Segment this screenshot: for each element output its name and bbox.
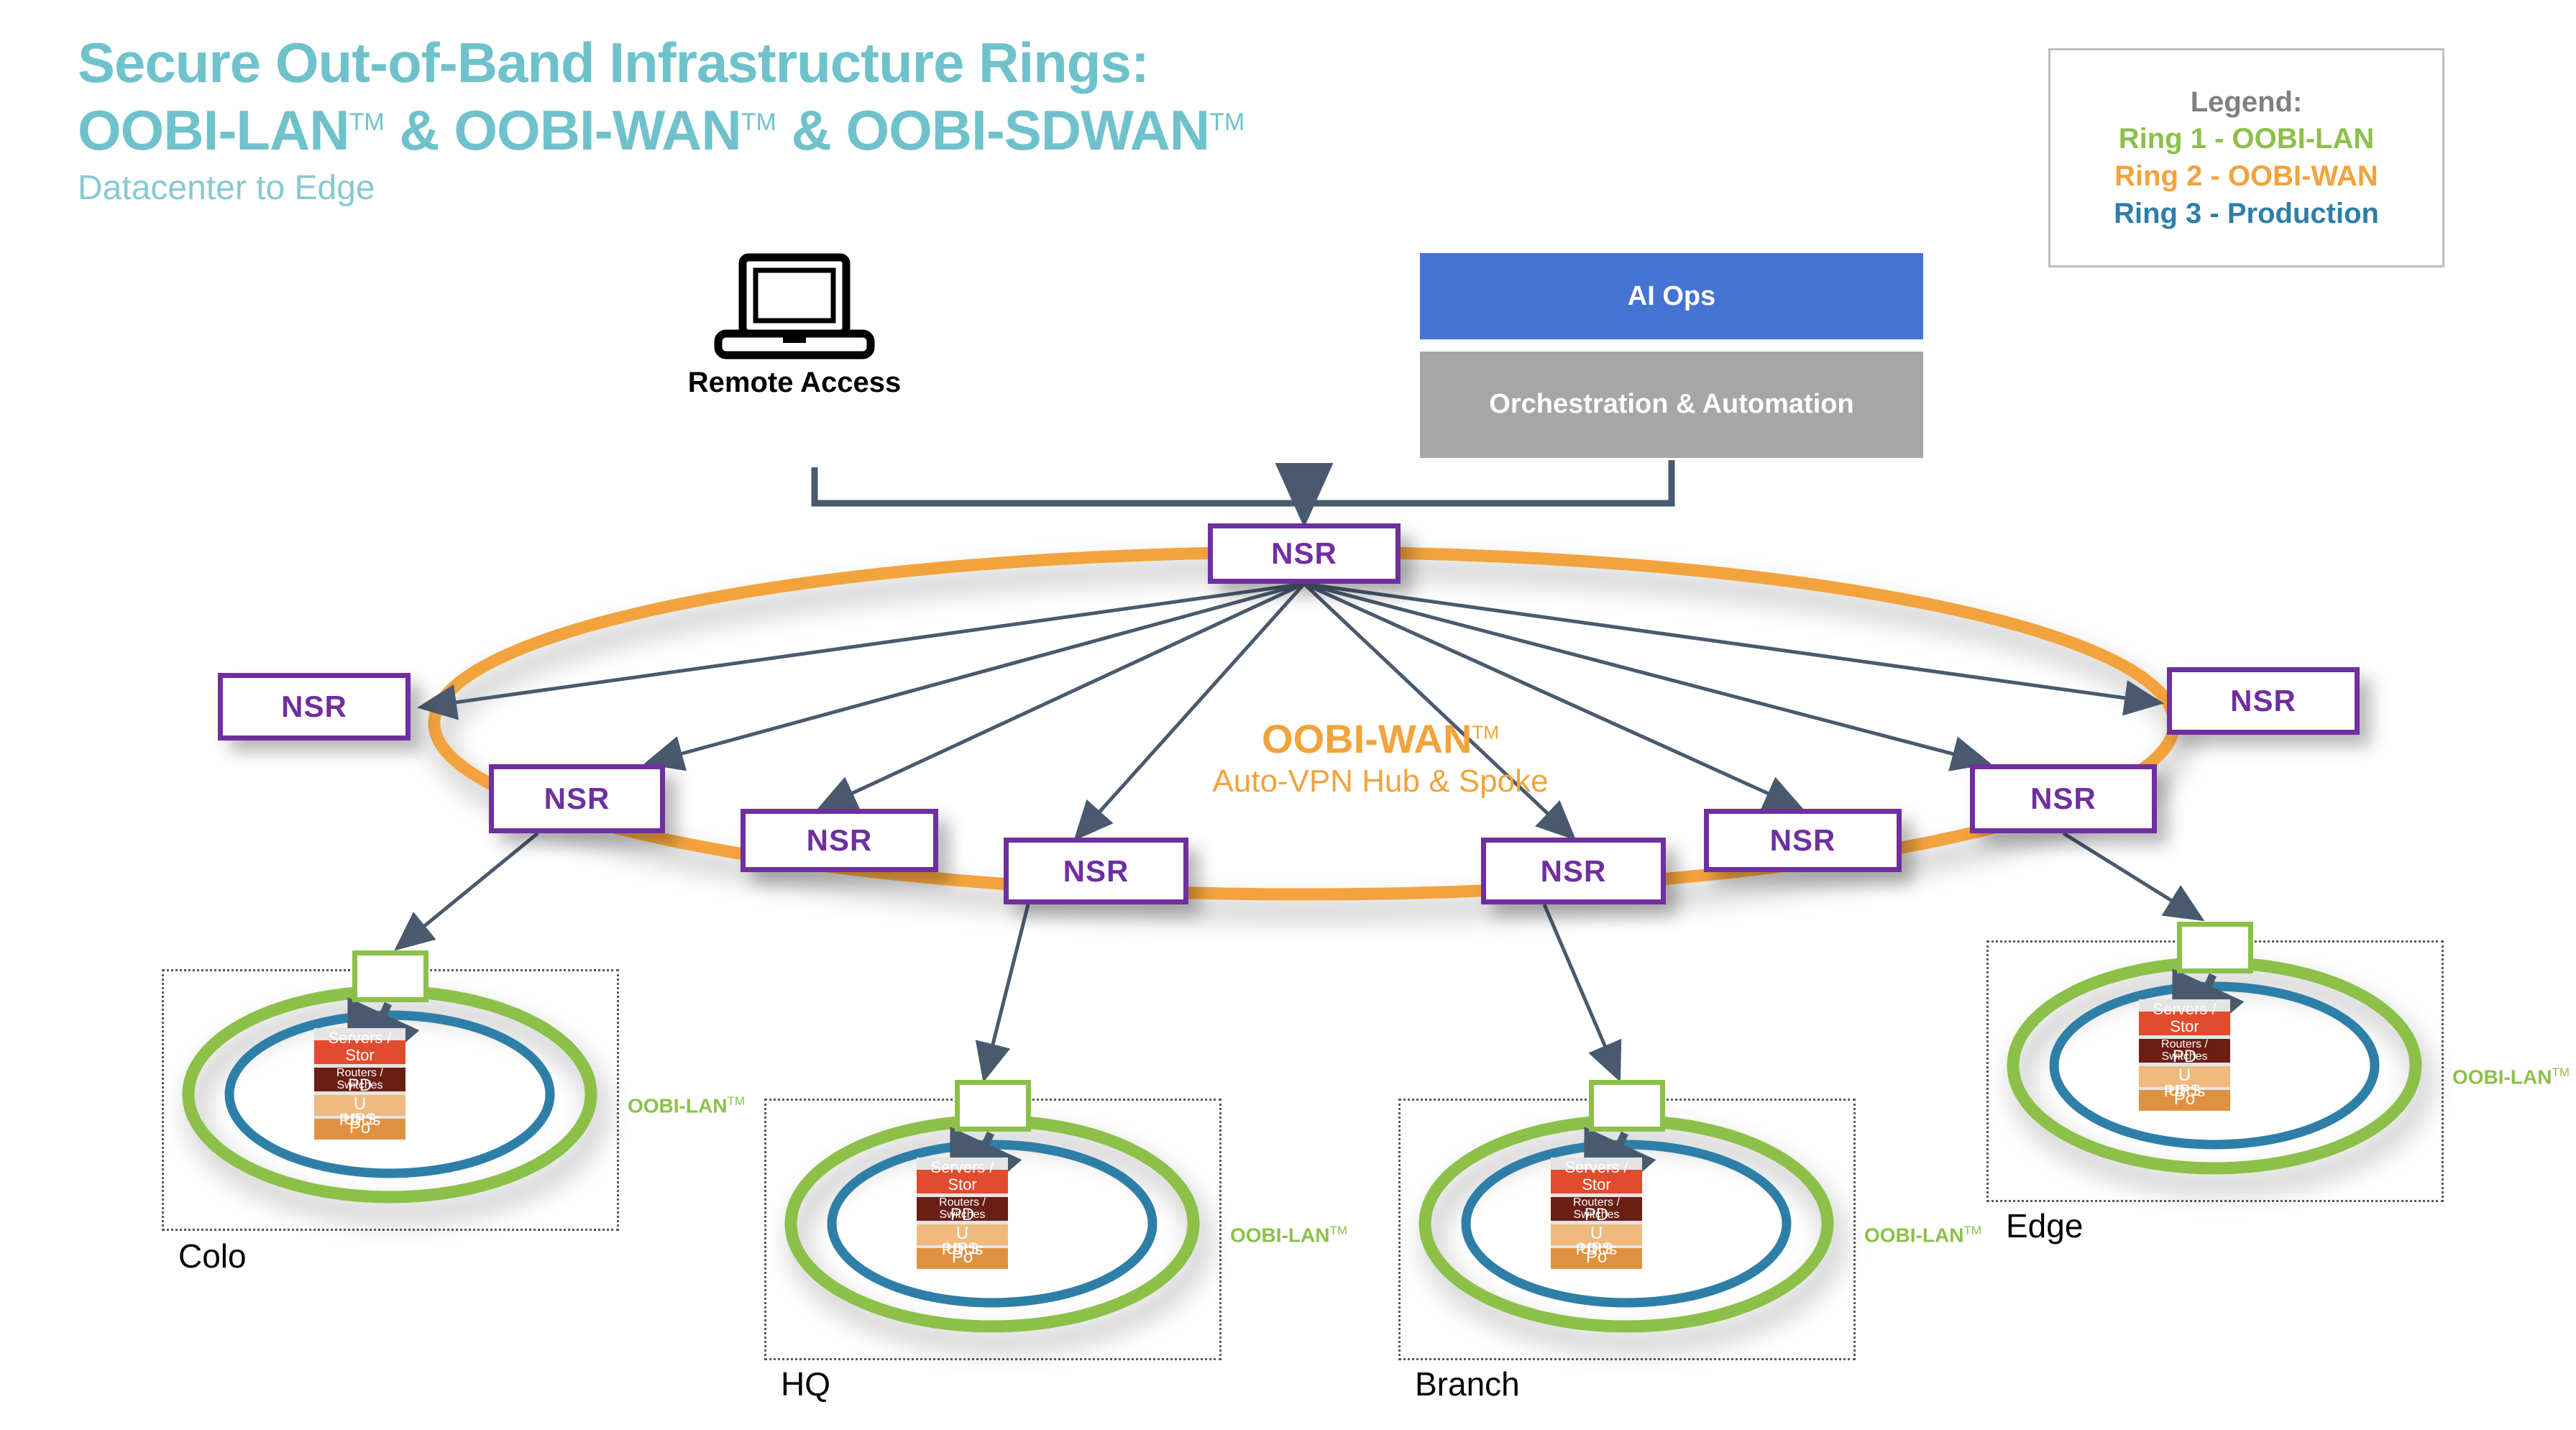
lan-tag-text: OOBI-LAN	[628, 1094, 728, 1117]
lan-tag-trademark: TM	[1963, 1224, 1981, 1237]
site-connector-edge[interactable]	[2177, 922, 2253, 973]
rack-edge: Servers / Stor Routers / Switches PD U U…	[2139, 999, 2230, 1111]
lan-tag-colo: OOBI-LANTM	[628, 1094, 745, 1117]
nsr-label: NSR	[544, 782, 610, 815]
rack-colo: Servers / Stor Routers / Switches PD U U…	[314, 1028, 405, 1140]
management-to-hub-connector	[811, 460, 1675, 528]
rack-bar-ups	[314, 1095, 405, 1116]
site-connector-hq[interactable]	[955, 1080, 1031, 1132]
nsr-label: NSR	[1271, 536, 1337, 570]
rack-bar-ups	[917, 1224, 1008, 1245]
diagram-canvas: Secure Out-of-Band Infrastructure Rings:…	[0, 0, 2576, 1430]
connector-to-rack-lines	[347, 968, 2245, 1222]
lan-tag-branch: OOBI-LANTM	[1864, 1224, 1981, 1247]
rack-bar-servers	[314, 1040, 405, 1064]
oobi-wan-trademark: TM	[1472, 721, 1499, 743]
oobi-wan-label-group: OOBI-WANTM Auto-VPN Hub & Spoke	[1193, 715, 1567, 799]
nsr-label: NSR	[1063, 853, 1129, 888]
site-connector-colo[interactable]	[352, 950, 428, 1002]
rack-bar-routers	[917, 1197, 1008, 1221]
rack-bar-pdus	[2139, 1090, 2230, 1111]
nsr-node-w4[interactable]: NSR	[1004, 838, 1188, 904]
rack-bar-servers	[2139, 1012, 2230, 1035]
rack-bar-routers	[1551, 1197, 1642, 1221]
site-connector-branch[interactable]	[1589, 1080, 1665, 1132]
rack-bar-servers	[917, 1170, 1008, 1193]
rack-bar-pdus	[917, 1248, 1008, 1269]
rack-bar-ups	[1551, 1224, 1642, 1245]
nsr-label: NSR	[1769, 823, 1836, 857]
lan-tag-text: OOBI-LAN	[1864, 1224, 1964, 1247]
nsr-node-e2[interactable]: NSR	[1970, 764, 2157, 833]
nsr-node-hub[interactable]: NSR	[1208, 523, 1401, 584]
nsr-node-e4[interactable]: NSR	[1481, 838, 1666, 904]
rack-bar-servers	[1551, 1170, 1642, 1193]
nsr-label: NSR	[2230, 684, 2296, 718]
oobi-wan-title: OOBI-WANTM	[1193, 715, 1567, 762]
nsr-node-w1[interactable]: NSR	[218, 673, 411, 741]
nsr-label: NSR	[281, 689, 347, 723]
nsr-label: NSR	[2030, 782, 2096, 815]
lan-tag-trademark: TM	[727, 1094, 745, 1108]
nsr-node-w3[interactable]: NSR	[741, 809, 938, 872]
rack-bar-ups	[2139, 1066, 2230, 1087]
lan-tag-text: OOBI-LAN	[1230, 1224, 1330, 1247]
rack-bar-routers	[2139, 1039, 2230, 1063]
nsr-label: NSR	[806, 823, 873, 857]
lan-tag-edge: OOBI-LANTM	[2452, 1065, 2570, 1088]
nsr-node-e1[interactable]: NSR	[2167, 667, 2360, 735]
nsr-to-site-lines	[394, 831, 2205, 1083]
nsr-label: NSR	[1540, 853, 1607, 888]
rack-hq: Servers / Stor Routers / Switches PD U U…	[917, 1158, 1008, 1269]
oobi-wan-subtitle: Auto-VPN Hub & Spoke	[1212, 764, 1549, 799]
lan-tag-hq: OOBI-LANTM	[1230, 1224, 1347, 1247]
lan-tag-trademark: TM	[2552, 1065, 2570, 1079]
lan-tag-trademark: TM	[1329, 1224, 1347, 1237]
rack-bar-routers	[314, 1068, 405, 1091]
nsr-node-w2[interactable]: NSR	[489, 764, 665, 833]
rack-branch: Servers / Stor Routers / Switches PD U U…	[1551, 1158, 1642, 1269]
rack-bar-pdus	[314, 1119, 405, 1140]
oobi-wan-title-text: OOBI-WAN	[1262, 716, 1472, 761]
nsr-node-e3[interactable]: NSR	[1704, 809, 1902, 872]
lan-tag-text: OOBI-LAN	[2452, 1065, 2552, 1088]
rack-bar-pdus	[1551, 1248, 1642, 1269]
